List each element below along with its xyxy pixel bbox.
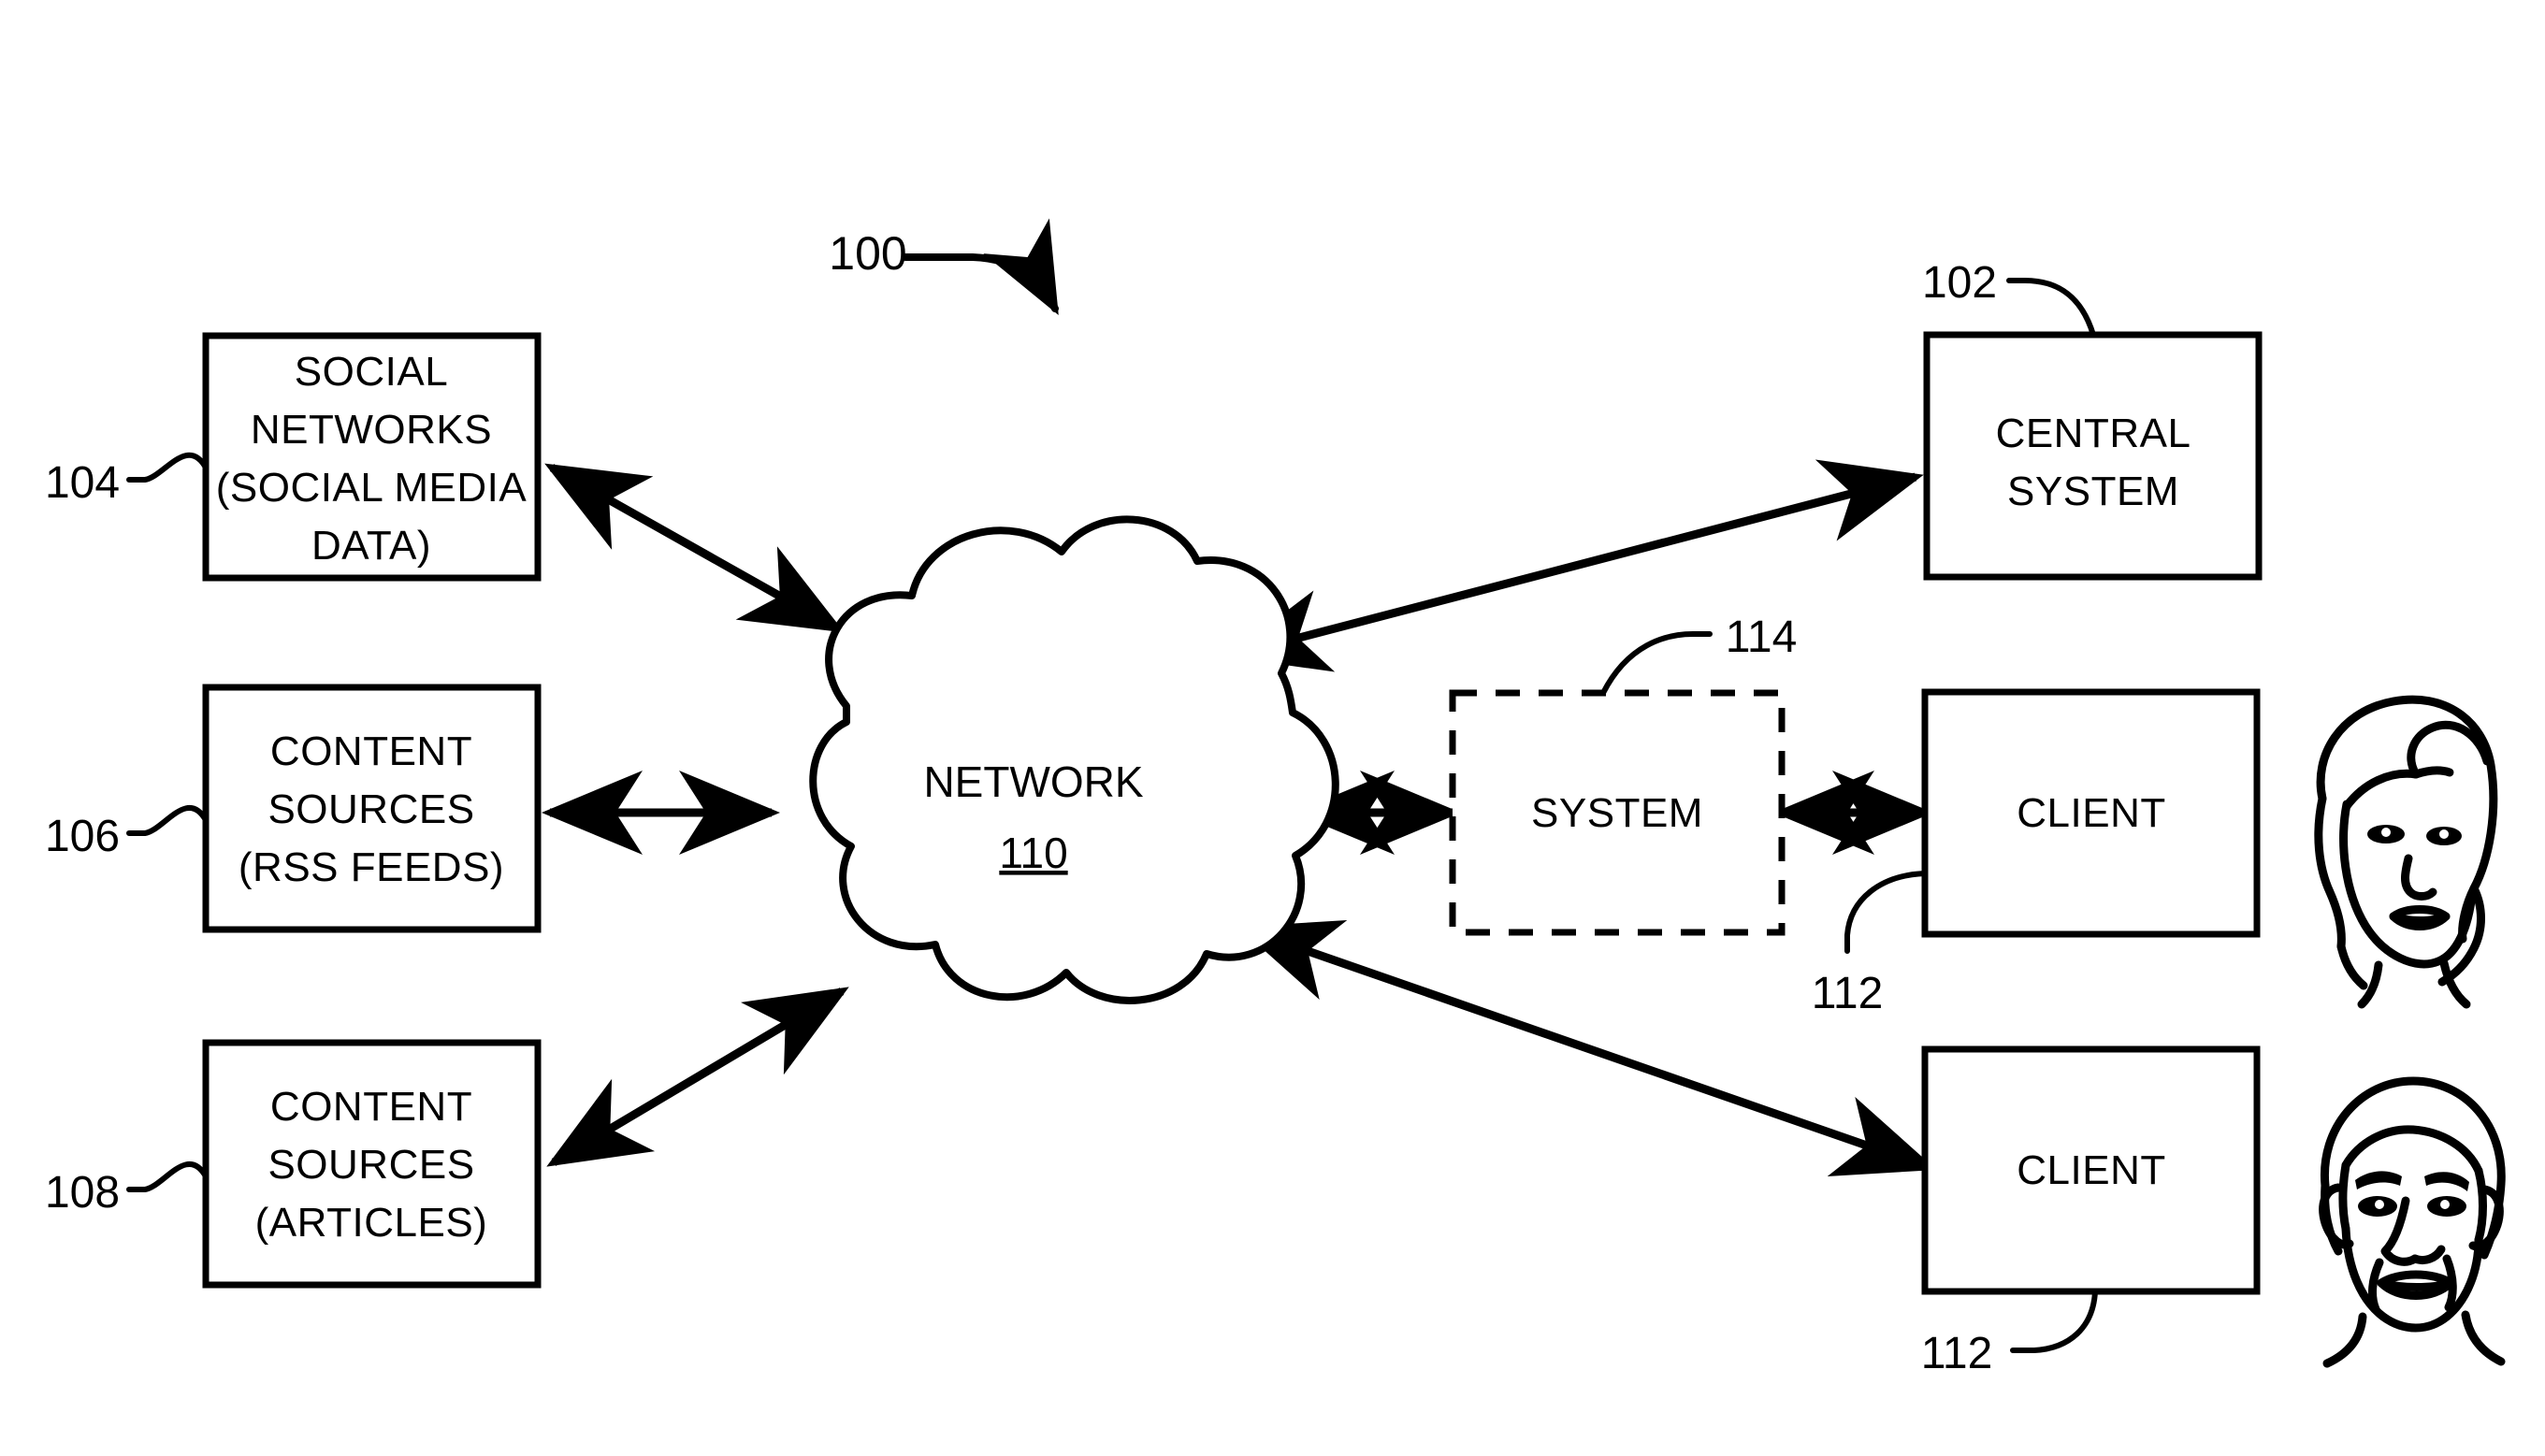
ref-112-bottom-number: 112: [1921, 1329, 1993, 1378]
connector-social-to-network: [544, 463, 845, 633]
connector-articles-to-network: [546, 987, 849, 1167]
network-cloud-label: NETWORK: [923, 757, 1143, 806]
ref-112-bottom-leader: [2010, 1289, 2098, 1353]
content-rss-label-line1: CONTENT: [270, 728, 472, 774]
network-cloud-ref: 110: [999, 829, 1067, 877]
content-rss-label-line3: (RSS FEEDS): [239, 844, 504, 890]
social-networks-label-line1: SOCIAL: [295, 349, 448, 395]
ref-104-number: 104: [45, 458, 120, 508]
ref-106-leader: [126, 804, 209, 836]
female-face-icon: [2314, 695, 2498, 1009]
ref-112-top-leader: [1844, 871, 1928, 954]
connector-network-to-client-bottom: [1237, 920, 1937, 1176]
ref-108-leader: [126, 1160, 209, 1192]
social-networks-label-line4: DATA): [311, 523, 431, 569]
content-rss-label-line2: SOURCES: [268, 786, 474, 832]
ref-112-top-number: 112: [1812, 969, 1884, 1018]
ref-106-number: 106: [45, 812, 120, 861]
ref-114-number: 114: [1726, 613, 1798, 662]
ref-114-leader: [1600, 631, 1713, 696]
client-bottom-label: CLIENT: [2017, 1147, 2165, 1193]
male-face-icon: [2319, 1076, 2506, 1368]
content-articles-label-line3: (ARTICLES): [255, 1200, 488, 1246]
ref-108-number: 108: [45, 1168, 120, 1218]
patent-figure: SOCIAL NETWORKS (SOCIAL MEDIA DATA) CONT…: [0, 0, 2545, 1456]
social-networks-label-line3: (SOCIAL MEDIA: [216, 465, 528, 511]
system-label: SYSTEM: [1531, 790, 1703, 836]
central-system-label-line1: CENTRAL: [1996, 411, 2191, 456]
ref-102-leader: [2006, 278, 2096, 338]
client-top-label: CLIENT: [2017, 790, 2165, 836]
figure-number: 100: [829, 227, 906, 280]
connector-network-to-central-system: [1226, 459, 1924, 672]
central-system-label-line2: SYSTEM: [2007, 469, 2179, 514]
network-diagram-canvas: SOCIAL NETWORKS (SOCIAL MEDIA DATA) CONT…: [45, 218, 2506, 1378]
social-networks-label-line2: NETWORKS: [251, 407, 492, 453]
ref-102-number: 102: [1922, 258, 1997, 308]
content-articles-label-line1: CONTENT: [270, 1084, 472, 1130]
ref-104-leader: [126, 452, 209, 483]
content-articles-label-line2: SOURCES: [268, 1142, 474, 1188]
figure-number-arrow: [902, 218, 1059, 316]
